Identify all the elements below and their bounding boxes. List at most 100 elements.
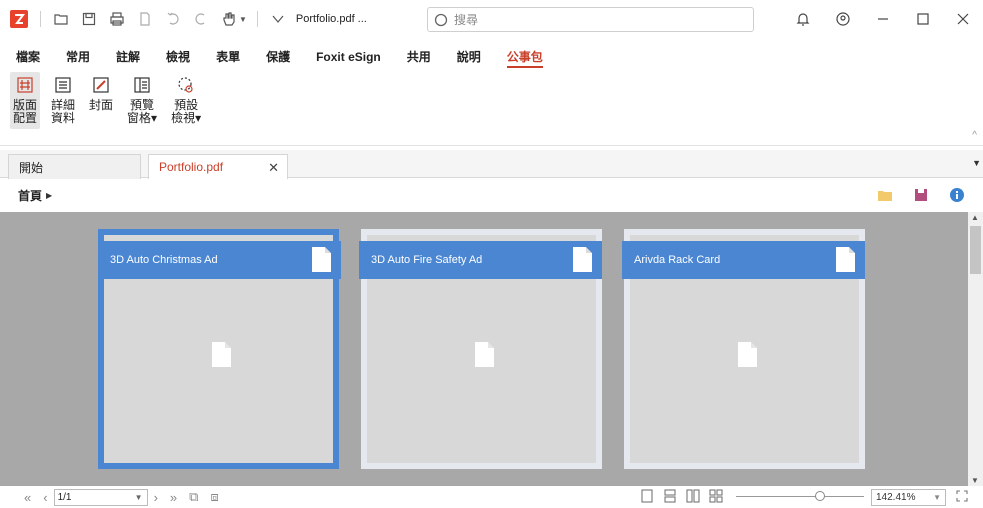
facing-page-icon[interactable] bbox=[686, 489, 700, 503]
tab-portfolio-label: Portfolio.pdf bbox=[159, 160, 224, 174]
menu-form[interactable]: 表單 bbox=[216, 44, 240, 70]
account-icon[interactable] bbox=[823, 0, 863, 38]
menu-help[interactable]: 說明 bbox=[457, 44, 481, 70]
vertical-scrollbar[interactable]: ▲ ▼ bbox=[968, 212, 983, 486]
portfolio-file-card[interactable]: Arivda Rack Card bbox=[622, 229, 865, 469]
zoom-level-field[interactable]: 142.41% ▼ bbox=[871, 489, 946, 506]
minimize-icon[interactable] bbox=[863, 0, 903, 38]
title-bar: ▼ Portfolio.pdf ... bbox=[0, 0, 983, 38]
file-card-title: 3D Auto Fire Safety Ad bbox=[371, 254, 483, 266]
document-thumbnail-icon bbox=[212, 342, 231, 367]
scrollbar-thumb[interactable] bbox=[970, 226, 981, 274]
scroll-up-icon[interactable]: ▲ bbox=[971, 213, 979, 222]
close-icon[interactable] bbox=[943, 0, 983, 38]
cover-button[interactable]: 封面 bbox=[86, 72, 116, 116]
menu-portfolio[interactable]: 公事包 bbox=[506, 44, 543, 70]
zoom-slider[interactable] bbox=[736, 496, 864, 497]
continuous-facing-icon[interactable] bbox=[709, 489, 723, 503]
info-icon[interactable] bbox=[949, 187, 965, 203]
document-icon bbox=[836, 247, 855, 272]
cover-label: 封面 bbox=[89, 98, 114, 112]
search-box[interactable] bbox=[427, 7, 754, 32]
status-bar: « ‹ 1/1 ▼ › » ⧉ ⧈ 142.41% ▼ bbox=[0, 486, 983, 508]
filter-icon[interactable] bbox=[264, 5, 292, 33]
last-page-icon[interactable]: » bbox=[170, 490, 177, 505]
file-card-title: Arivda Rack Card bbox=[634, 254, 721, 266]
file-card-header[interactable]: Arivda Rack Card bbox=[622, 241, 865, 279]
chevron-down-icon[interactable]: ▼ bbox=[933, 493, 941, 502]
default-view-button[interactable]: 預設 檢視▾ bbox=[168, 72, 204, 129]
document-icon bbox=[312, 247, 331, 272]
ribbon-toolbar: 版面 配置 詳細 資料 封面 預覽 窗格▾ 預設 檢視▾ ^ bbox=[0, 72, 983, 146]
tab-overflow-icon[interactable]: ▼ bbox=[972, 158, 981, 168]
document-tab-bar: 開始 Portfolio.pdf ✕ ▼ bbox=[0, 150, 983, 179]
maximize-icon[interactable] bbox=[903, 0, 943, 38]
menu-comment[interactable]: 註解 bbox=[116, 44, 140, 70]
rotate-view-icon[interactable]: ⧉ bbox=[189, 489, 198, 505]
new-document-icon[interactable] bbox=[131, 5, 159, 33]
print-icon[interactable] bbox=[103, 5, 131, 33]
undo-icon[interactable] bbox=[159, 5, 187, 33]
portfolio-file-card[interactable]: 3D Auto Christmas Ad bbox=[98, 229, 341, 469]
ribbon-collapse-icon[interactable]: ^ bbox=[972, 130, 977, 141]
menu-file[interactable]: 檔案 bbox=[16, 44, 40, 70]
preview-pane-icon bbox=[134, 77, 150, 93]
window-controls bbox=[783, 0, 983, 38]
close-tab-icon[interactable]: ✕ bbox=[268, 160, 279, 176]
save-icon[interactable] bbox=[913, 187, 929, 203]
menu-bar: 檔案 常用 註解 檢視 表單 保護 Foxit eSign 共用 說明 公事包 bbox=[0, 44, 569, 70]
portfolio-file-card[interactable]: 3D Auto Fire Safety Ad bbox=[359, 229, 602, 469]
single-page-icon[interactable] bbox=[640, 489, 654, 503]
file-card-title: 3D Auto Christmas Ad bbox=[110, 254, 218, 266]
page-number-field[interactable]: 1/1 ▼ bbox=[53, 488, 148, 506]
zoom-level-value: 142.41% bbox=[876, 492, 916, 503]
fullscreen-icon[interactable] bbox=[955, 489, 969, 503]
search-icon bbox=[434, 13, 448, 26]
layout-label: 版面 配置 bbox=[13, 98, 38, 125]
document-filename: Portfolio.pdf ... bbox=[295, 13, 367, 25]
portfolio-actions bbox=[857, 187, 965, 203]
continuous-page-icon[interactable] bbox=[663, 489, 677, 503]
previous-page-icon[interactable]: ‹ bbox=[43, 490, 47, 505]
page-number-value: 1/1 bbox=[57, 491, 72, 503]
document-thumbnail-icon bbox=[738, 342, 757, 367]
layout-icon bbox=[17, 77, 33, 93]
menu-home[interactable]: 常用 bbox=[66, 44, 90, 70]
portfolio-canvas[interactable]: 3D Auto Christmas Ad 3D Auto Fire Safety… bbox=[0, 212, 968, 486]
tab-portfolio[interactable]: Portfolio.pdf ✕ bbox=[148, 154, 288, 179]
menu-view[interactable]: 檢視 bbox=[166, 44, 190, 70]
document-thumbnail-icon bbox=[475, 342, 494, 367]
open-folder-icon[interactable] bbox=[47, 5, 75, 33]
menu-foxit-esign[interactable]: Foxit eSign bbox=[316, 44, 381, 70]
scroll-down-icon[interactable]: ▼ bbox=[971, 476, 979, 485]
redo-icon[interactable] bbox=[187, 5, 215, 33]
foxit-logo-icon[interactable] bbox=[10, 10, 28, 28]
menu-share[interactable]: 共用 bbox=[407, 44, 431, 70]
zoom-slider-handle[interactable] bbox=[815, 491, 825, 501]
notification-bell-icon[interactable] bbox=[783, 0, 823, 38]
chevron-down-icon[interactable]: ▼ bbox=[239, 15, 247, 24]
next-page-icon[interactable]: › bbox=[154, 490, 158, 505]
save-icon[interactable] bbox=[75, 5, 103, 33]
menu-protect[interactable]: 保護 bbox=[266, 44, 290, 70]
file-card-header[interactable]: 3D Auto Fire Safety Ad bbox=[359, 241, 602, 279]
default-view-label: 預設 檢視▾ bbox=[171, 98, 202, 125]
chevron-right-icon[interactable]: ▶ bbox=[46, 191, 52, 200]
breadcrumb-home[interactable]: 首頁 bbox=[18, 187, 42, 204]
layout-button[interactable]: 版面 配置 bbox=[10, 72, 41, 129]
details-button[interactable]: 詳細 資料 bbox=[48, 72, 78, 129]
preview-pane-label: 預覽 窗格▾ bbox=[127, 98, 158, 125]
tab-start[interactable]: 開始 bbox=[8, 154, 141, 179]
breadcrumb: 首頁 ▶ bbox=[0, 181, 983, 210]
file-card-header[interactable]: 3D Auto Christmas Ad bbox=[98, 241, 341, 279]
chevron-down-icon[interactable]: ▼ bbox=[135, 493, 143, 502]
tab-start-label: 開始 bbox=[19, 160, 44, 175]
fit-page-icon[interactable]: ⧈ bbox=[210, 489, 218, 505]
search-input[interactable] bbox=[454, 12, 744, 27]
preview-pane-button[interactable]: 預覽 窗格▾ bbox=[124, 72, 160, 129]
quick-access-toolbar: ▼ Portfolio.pdf ... bbox=[34, 5, 367, 33]
default-view-icon bbox=[178, 77, 193, 93]
first-page-icon[interactable]: « bbox=[24, 490, 31, 505]
details-icon bbox=[55, 77, 71, 93]
folder-icon[interactable] bbox=[877, 187, 893, 203]
